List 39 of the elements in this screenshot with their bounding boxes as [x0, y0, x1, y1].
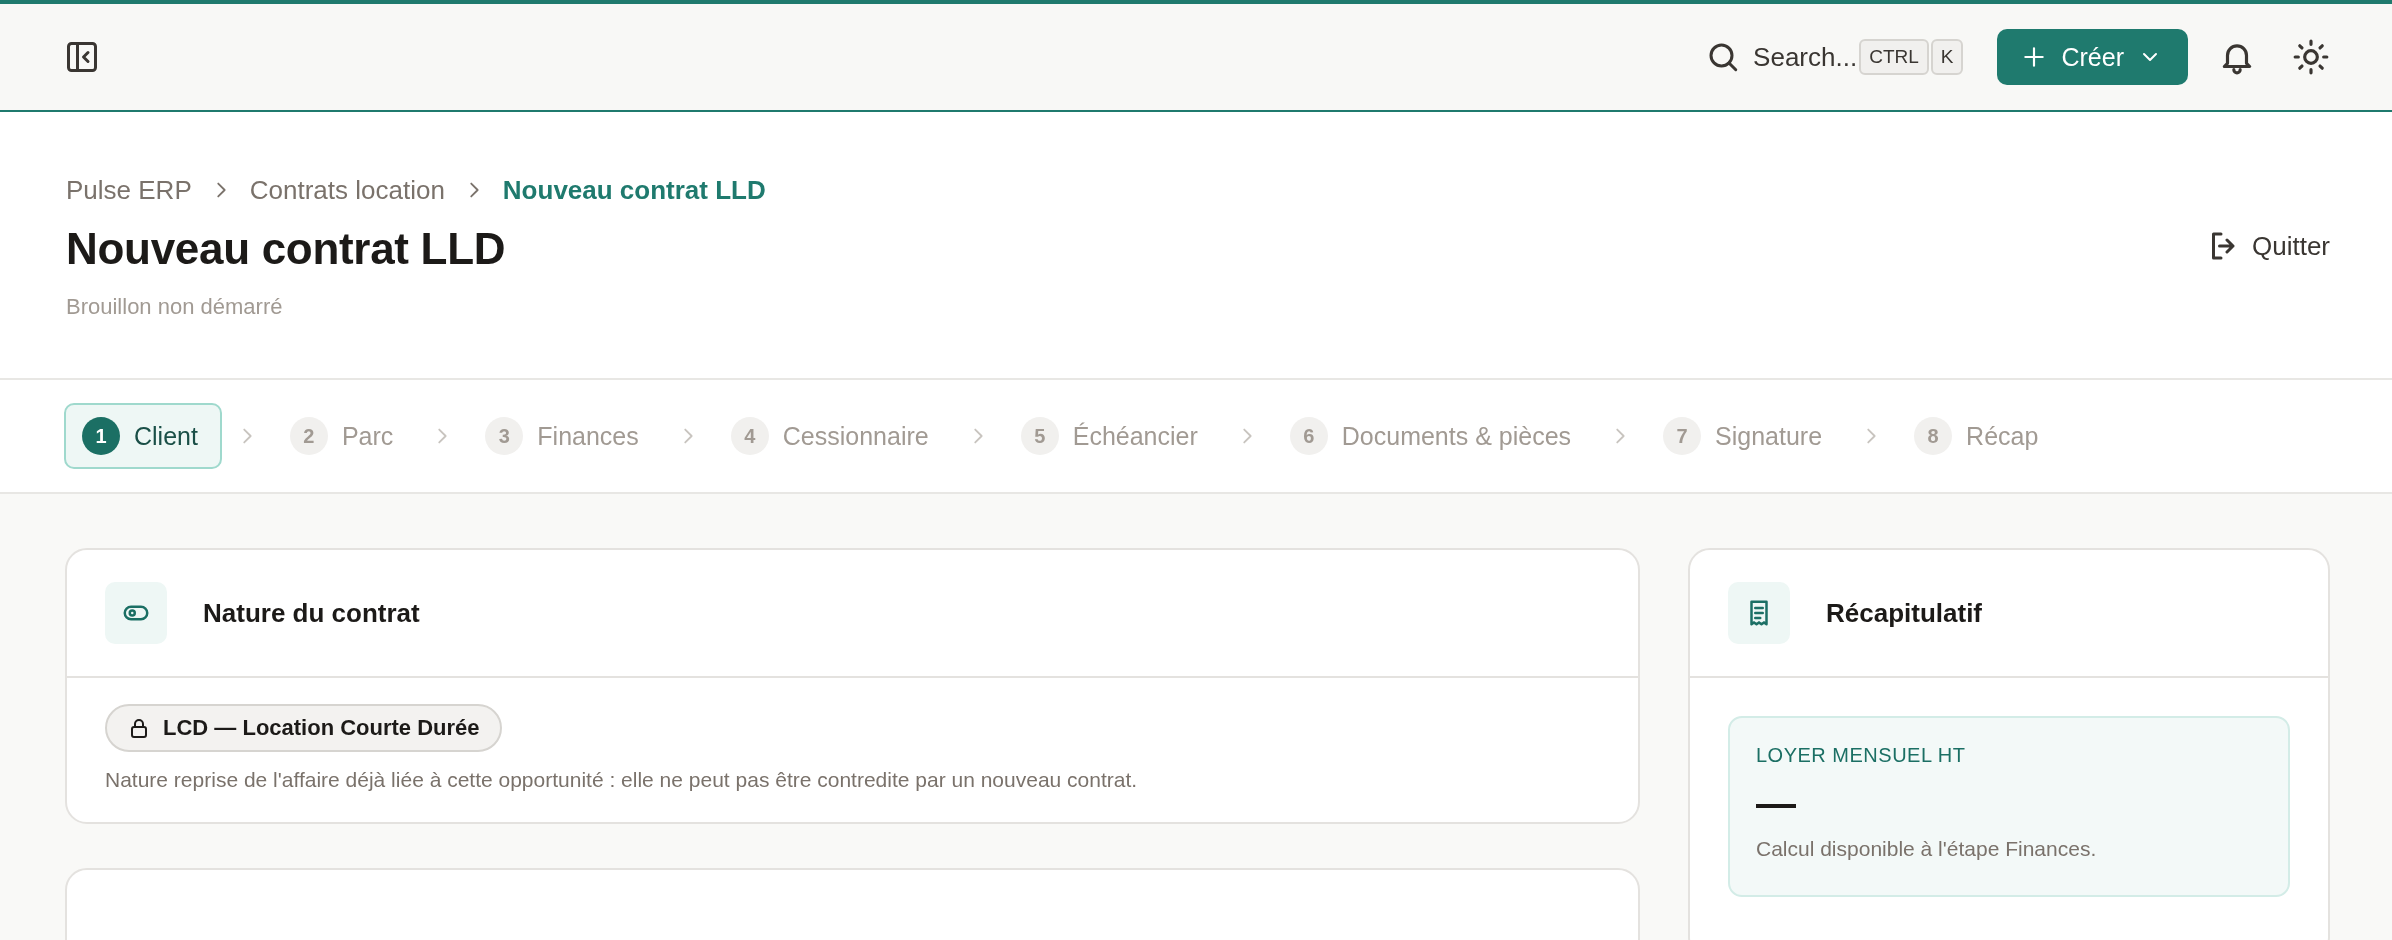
step-tab[interactable]: 2 Parc [271, 403, 418, 469]
step-number: 2 [289, 417, 328, 455]
step-tab[interactable]: 4 Cessionnaire [712, 403, 953, 469]
metric-hint: Calcul disponible à l'étape Finances. [1756, 837, 2098, 861]
sidebar-toggle-button[interactable] [64, 39, 100, 75]
quit-button[interactable]: Quitter [2205, 228, 2330, 264]
page-subtitle: Brouillon non démarré [66, 293, 284, 320]
theme-toggle-button[interactable] [2292, 38, 2330, 76]
step-number: 4 [730, 417, 769, 455]
step-tab[interactable]: 3 Finances [467, 403, 663, 469]
breadcrumb-link[interactable]: Contrats location [249, 174, 445, 206]
metric-value: — [1756, 783, 1797, 823]
step-number: 5 [1020, 417, 1059, 455]
step-number: 8 [1914, 417, 1953, 455]
metric-label: LOYER MENSUEL HT [1756, 744, 1967, 767]
breadcrumb-link[interactable]: Nouveau contrat LLD [502, 174, 766, 206]
sun-icon [2292, 38, 2330, 76]
toggle-icon [105, 582, 167, 644]
step-tab[interactable]: 1 Client [64, 403, 222, 469]
create-button[interactable]: Créer [1997, 29, 2188, 85]
search-button[interactable]: Search... [1705, 39, 1858, 75]
step-number: 7 [1663, 417, 1702, 455]
contract-nature-note: Nature reprise de l'affaire déjà liée à cette opportunité : elle ne peut pas être contredite par un nouveau contrat. [105, 768, 1139, 792]
sidebar-collapse-icon [64, 39, 100, 75]
keyboard-key: K [1930, 39, 1964, 75]
keyboard-key: CTRL [1859, 39, 1929, 75]
step-tab[interactable]: 6 Documents & pièces [1271, 403, 1596, 469]
step-tab[interactable]: 5 Échéancier [1002, 403, 1222, 469]
receipt-icon [1728, 582, 1790, 644]
breadcrumb-link[interactable]: Pulse ERP [66, 174, 192, 206]
page-title: Nouveau contrat LLD [66, 223, 507, 274]
step-number: 3 [485, 417, 524, 455]
step-tab[interactable]: 8 Récap [1896, 403, 2063, 469]
step-tab[interactable]: 7 Signature [1645, 403, 1847, 469]
contract-type-badge: LCD — Location Courte Durée [105, 704, 502, 752]
card-title: Nature du contrat [203, 597, 420, 629]
step-number: 6 [1289, 417, 1328, 455]
step-number: 1 [82, 417, 120, 455]
card-title: Récapitulatif [1826, 597, 1983, 629]
